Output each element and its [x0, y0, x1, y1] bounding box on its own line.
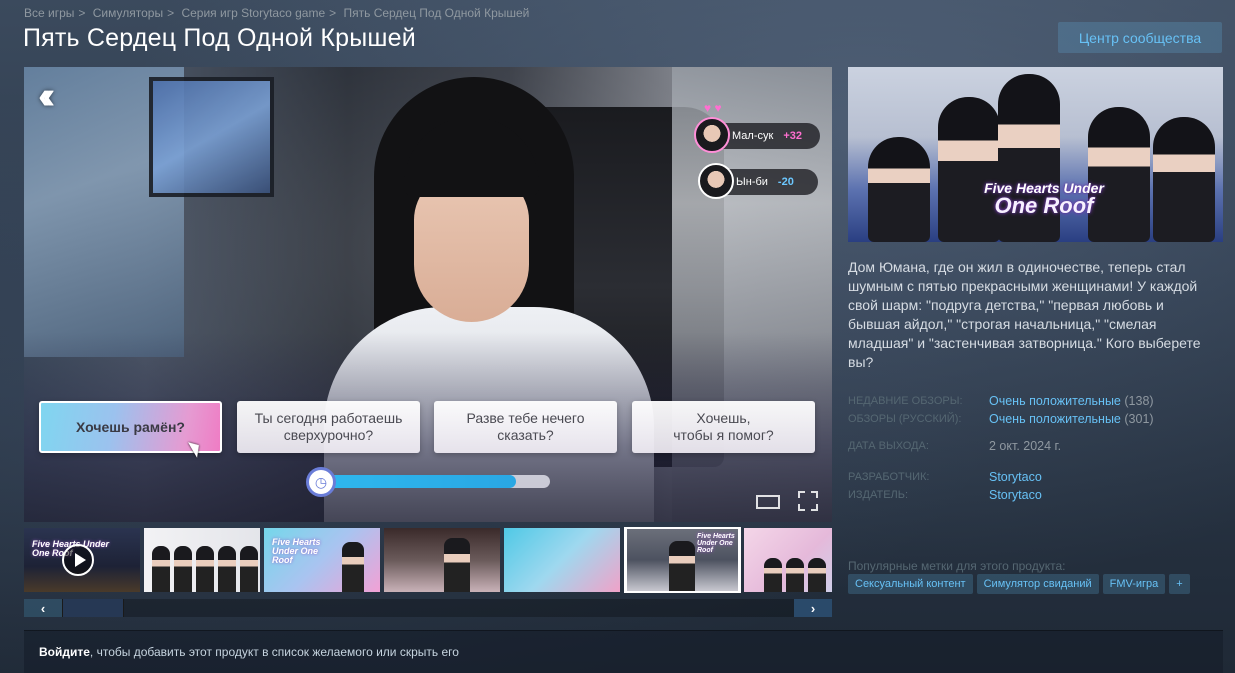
thumbnail-image[interactable] [744, 528, 832, 592]
fullscreen-icon[interactable] [798, 491, 818, 511]
breadcrumb-item-simulators[interactable]: Симуляторы [93, 6, 163, 20]
game-logo-line2: One Roof [994, 193, 1094, 218]
release-date-label: ДАТА ВЫХОДА: [848, 440, 929, 452]
tag-item[interactable]: Симулятор свиданий [976, 574, 1099, 594]
affection-delta: +32 [783, 130, 802, 142]
scrollbar-handle[interactable] [62, 599, 124, 617]
all-reviews-count: (301) [1124, 412, 1154, 426]
login-prompt: Войдите, чтобы добавить этот продукт в с… [24, 630, 1223, 673]
breadcrumb-separator: > [329, 6, 337, 20]
thumbnail-image[interactable] [144, 528, 260, 592]
developer-link[interactable]: Storytaco [989, 470, 1042, 484]
background-monitor-2 [149, 77, 274, 197]
breadcrumb-separator: > [78, 6, 86, 20]
all-reviews-summary[interactable]: Очень положительные [989, 412, 1121, 426]
tag-item[interactable]: FMV-игра [1102, 574, 1166, 594]
tags-label: Популярные метки для этого продукта: [848, 559, 1066, 573]
breadcrumb-separator: > [167, 6, 175, 20]
game-logo: Five Hearts Under One Roof [984, 181, 1104, 217]
character-avatar-icon [694, 117, 730, 153]
theater-mode-icon[interactable] [756, 495, 780, 509]
timer-fill [320, 475, 516, 488]
thumbnail-logo: Five Hearts Under One Roof [697, 533, 735, 554]
thumbnail-video[interactable]: Five Hearts Under One Roof [24, 528, 140, 592]
thumbnail-scrollbar[interactable]: ‹ › [24, 599, 832, 617]
dialogue-choice-3[interactable]: Разве тебе нечего сказать? [434, 401, 617, 453]
breadcrumb: Все игры > Симуляторы > Серия игр Storytac… [24, 6, 529, 20]
recent-reviews-count: (138) [1124, 394, 1154, 408]
all-reviews-value[interactable]: Очень положительные (301) [989, 412, 1154, 426]
stopwatch-icon: ◷ [306, 467, 336, 497]
login-prompt-text: , чтобы добавить этот продукт в список ж… [89, 645, 459, 659]
header-capsule-image: Five Hearts Under One Roof [848, 67, 1223, 242]
dialogue-choice-4[interactable]: Хочешь, чтобы я помог? [632, 401, 815, 453]
publisher-link[interactable]: Storytaco [989, 488, 1042, 502]
developer-label: РАЗРАБОТЧИК: [848, 471, 930, 483]
thumbnail-image[interactable]: Five Hearts Under One Roof [264, 528, 380, 592]
all-reviews-label: ОБЗОРЫ (РУССКИЙ): [848, 413, 962, 425]
affection-delta: -20 [777, 176, 794, 188]
hearts-icon: ♥ ♥ [704, 101, 722, 115]
release-date-value: 2 окт. 2024 г. [989, 439, 1062, 453]
tag-more-button[interactable]: + [1169, 574, 1190, 594]
thumbnail-strip: Five Hearts Under One Roof Five Hearts U… [24, 527, 832, 593]
main-screenshot-viewer[interactable]: ‹‹ ♥ ♥ Мал-сук +32 Ын-би -20 Хочешь рамё… [24, 67, 832, 522]
play-icon [62, 544, 94, 576]
breadcrumb-item-current[interactable]: Пять Сердец Под Одной Крышей [343, 6, 529, 20]
recent-reviews-summary[interactable]: Очень положительные [989, 394, 1121, 408]
rewind-icon[interactable]: ‹‹ [38, 75, 56, 118]
tag-item[interactable]: Сексуальный контент [848, 574, 973, 594]
thumbnail-logo: Five Hearts Under One Roof [272, 537, 321, 565]
publisher-label: ИЗДАТЕЛЬ: [848, 489, 909, 501]
character-avatar-icon [698, 163, 734, 199]
thumbnail-image[interactable] [504, 528, 620, 592]
affection-character-name: Ын-би [736, 176, 768, 188]
breadcrumb-item-series[interactable]: Серия игр Storytaco game [181, 6, 325, 20]
dialogue-choice-2[interactable]: Ты сегодня работаешь сверхурочно? [237, 401, 420, 453]
tags-list: Сексуальный контент Симулятор свиданий F… [848, 574, 1190, 594]
login-link[interactable]: Войдите [39, 645, 90, 659]
community-hub-button[interactable]: Центр сообщества [1058, 22, 1222, 53]
thumbnail-image[interactable] [384, 528, 500, 592]
recent-reviews-label: НЕДАВНИЕ ОБЗОРЫ: [848, 395, 963, 407]
scroll-left-button[interactable]: ‹ [24, 599, 62, 617]
affection-character-name: Мал-сук [732, 130, 774, 142]
recent-reviews-value[interactable]: Очень положительные (138) [989, 394, 1154, 408]
page-title: Пять Сердец Под Одной Крышей [23, 24, 416, 52]
choice-timer: ◷ [306, 467, 552, 497]
affection-badge-1: Мал-сук +32 [694, 117, 820, 153]
affection-badge-2: Ын-би -20 [698, 163, 818, 199]
scroll-right-button[interactable]: › [794, 599, 832, 617]
breadcrumb-item-all-games[interactable]: Все игры [24, 6, 74, 20]
thumbnail-image-selected[interactable]: Five Hearts Under One Roof [624, 527, 741, 593]
game-description: Дом Юмана, где он жил в одиночестве, теп… [848, 259, 1201, 370]
